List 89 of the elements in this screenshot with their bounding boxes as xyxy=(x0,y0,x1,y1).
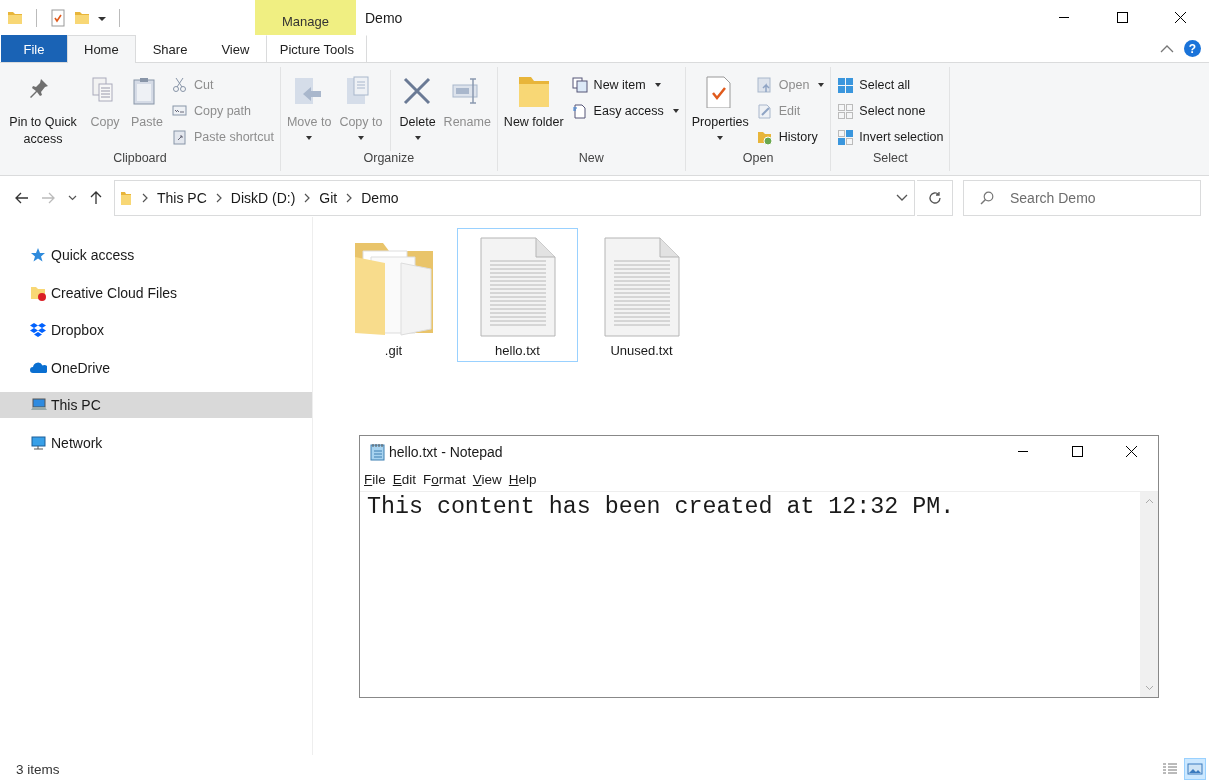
group-label: Organize xyxy=(362,151,416,167)
ribbon-button[interactable]: Invert selection xyxy=(834,126,947,148)
shortcut-icon xyxy=(172,128,189,146)
scissors-icon xyxy=(172,76,189,94)
computer-icon xyxy=(30,397,47,413)
ribbon-tab[interactable]: View xyxy=(204,35,267,62)
refresh-icon xyxy=(927,191,942,205)
refresh-button[interactable] xyxy=(917,180,953,216)
star-icon xyxy=(30,247,47,263)
sidebar-item[interactable]: Network xyxy=(0,429,312,456)
breadcrumb-item[interactable]: This PC xyxy=(157,190,207,206)
menu-item[interactable]: Edit xyxy=(392,471,417,487)
ribbon-button[interactable]: Select all xyxy=(834,74,947,96)
ribbon-button[interactable]: History xyxy=(753,126,828,148)
open-icon xyxy=(756,76,774,94)
ribbon-button[interactable]: Pin to Quick access xyxy=(3,70,83,150)
breadcrumb-item[interactable]: DiskD (D:) xyxy=(230,190,296,206)
ribbon-button[interactable]: Select none xyxy=(834,100,947,122)
breadcrumb-item[interactable]: Git xyxy=(319,190,338,206)
properties-icon[interactable] xyxy=(49,8,67,27)
item-count: 3 items xyxy=(16,761,60,777)
ribbon-tab[interactable]: Picture Tools xyxy=(266,35,368,62)
forward-arrow-icon xyxy=(41,192,55,204)
notepad-icon xyxy=(368,442,386,461)
file-tab[interactable]: File xyxy=(1,35,67,62)
group-label: Clipboard xyxy=(112,151,168,167)
sidebar-item[interactable]: This PC xyxy=(0,392,312,418)
scrollbar[interactable] xyxy=(1140,492,1158,697)
new-item-icon xyxy=(571,76,589,94)
sidebar-item[interactable]: OneDrive xyxy=(0,354,312,381)
dropbox-icon xyxy=(30,322,47,338)
group-label: Select xyxy=(872,151,909,167)
text-area[interactable]: This content has been created at 12:32 PM. xyxy=(360,492,1140,697)
menu-item[interactable]: Format xyxy=(423,471,466,487)
back-arrow-icon xyxy=(15,192,29,204)
network-icon xyxy=(30,434,47,451)
grid-icon xyxy=(837,128,855,146)
ribbon-button[interactable]: Properties xyxy=(688,70,752,142)
window-title: Demo xyxy=(365,9,404,26)
collapse-ribbon-icon[interactable] xyxy=(1160,43,1174,54)
folder-icon xyxy=(30,284,47,301)
help-button[interactable]: ? xyxy=(1184,40,1201,57)
grid-icon xyxy=(837,102,855,120)
grid-icon xyxy=(837,76,855,94)
chevron-right-icon xyxy=(141,193,149,203)
menu-item[interactable]: Help xyxy=(508,471,537,487)
chevron-right-icon xyxy=(214,193,223,203)
ribbon-button[interactable]: Easy access xyxy=(568,100,682,122)
view-button[interactable] xyxy=(1184,758,1206,780)
breadcrumb-item[interactable]: Demo xyxy=(361,190,399,206)
edit-icon xyxy=(756,102,774,120)
scroll-down-icon xyxy=(1144,685,1154,691)
large-icons-view-icon xyxy=(1187,762,1203,776)
explorer-item[interactable]: hello.txt xyxy=(457,228,578,362)
ribbon-button[interactable]: New item xyxy=(568,74,682,96)
search-icon xyxy=(980,191,994,205)
ribbon-button[interactable]: New folder xyxy=(500,70,567,133)
sidebar-item[interactable]: Dropbox xyxy=(0,317,312,343)
scroll-up-icon xyxy=(1144,498,1154,504)
sidebar-item[interactable]: Quick access xyxy=(0,242,312,268)
chevron-right-icon xyxy=(345,193,354,203)
chevron-right-icon xyxy=(303,193,312,203)
maximize-icon xyxy=(1071,446,1083,457)
explorer-item[interactable]: .git xyxy=(333,228,454,362)
window-title: hello.txt - Notepad xyxy=(389,443,504,460)
chevron-down-icon[interactable] xyxy=(896,194,908,202)
details-view-icon xyxy=(1162,762,1178,776)
folder-icon xyxy=(119,190,133,206)
menu-item[interactable]: File xyxy=(364,471,386,487)
chevron-down-icon xyxy=(67,195,77,201)
menu-item[interactable]: View xyxy=(472,471,502,487)
ribbon-tab[interactable]: Home xyxy=(67,35,136,63)
up-arrow-icon xyxy=(90,191,102,205)
close-icon xyxy=(1174,12,1186,23)
ribbon-button[interactable]: Delete xyxy=(396,70,439,142)
text-document-icon xyxy=(479,237,556,337)
document-icon xyxy=(571,102,589,120)
text-document-icon xyxy=(603,237,680,337)
folder-icon xyxy=(517,76,550,108)
group-label: Open xyxy=(741,151,775,167)
search-field[interactable]: Search Demo xyxy=(963,180,1201,216)
manage-tab-header: Manage xyxy=(255,0,356,35)
ribbon-tab[interactable]: Share xyxy=(135,35,205,62)
maximize-icon xyxy=(1116,12,1128,23)
sidebar-item[interactable]: Creative Cloud Files xyxy=(0,279,312,306)
group-label: New xyxy=(577,151,605,167)
explorer-item[interactable]: Unused.txt xyxy=(581,228,702,362)
close-icon xyxy=(1125,446,1137,457)
address-bar[interactable]: This PC DiskD (D:) Git Demo xyxy=(114,180,915,216)
